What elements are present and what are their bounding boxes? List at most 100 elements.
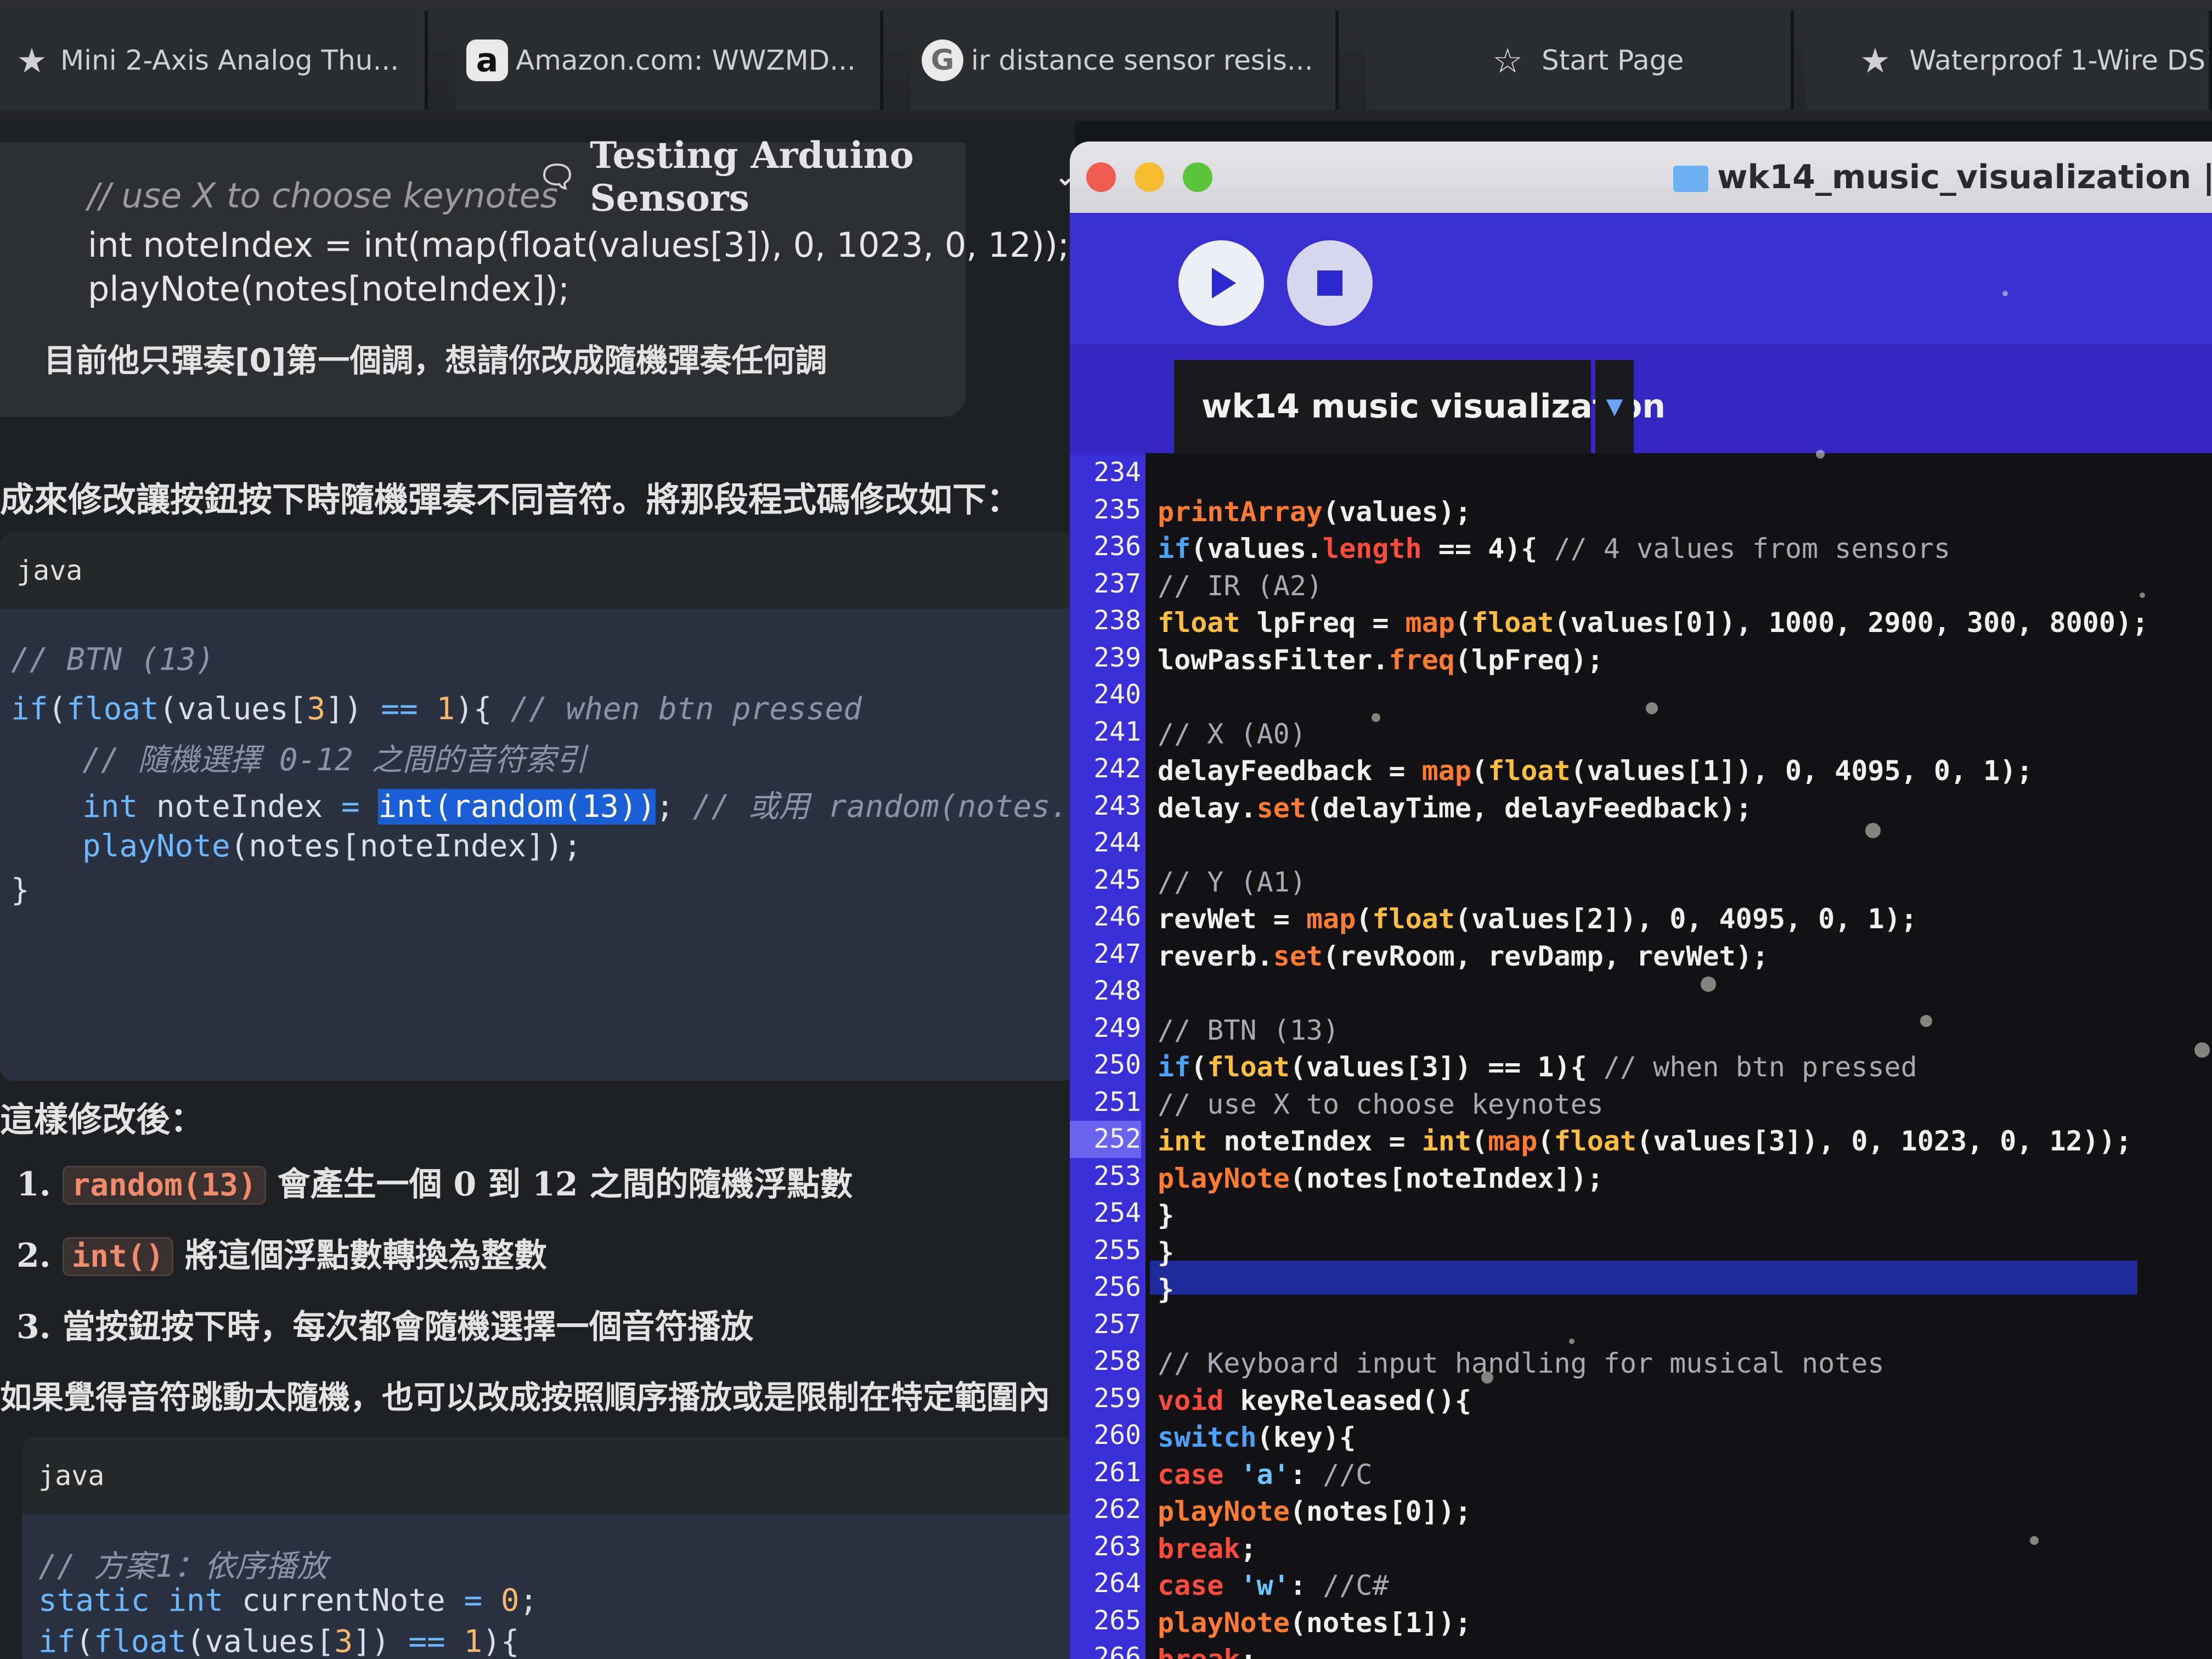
dust-speck <box>2030 1536 2039 1545</box>
tab-label: Mini 2-Axis Analog Thu... <box>60 44 399 76</box>
dust-speck <box>1816 450 1825 459</box>
code-line: playNote(notes[0]); <box>1158 1496 1471 1527</box>
list-text: 會產生一個 0 到 12 之間的隨機浮點數 <box>277 1165 853 1204</box>
dust-speck <box>1865 823 1881 838</box>
code-line-selected[interactable]: int noteIndex = int(random(13)); // 或用 r… <box>82 782 1075 826</box>
line-number: 255 <box>1093 1234 1141 1266</box>
google-icon: G <box>922 40 963 81</box>
line-number: 261 <box>1093 1457 1141 1488</box>
tab-waterproof[interactable]: ★ Waterproof 1-Wire DS1... <box>1805 11 2212 110</box>
code-line: } <box>1158 1273 1175 1305</box>
code-block-java-2: java // 方案1：依序播放 static int currentNote … <box>22 1437 1075 1659</box>
chat-bubble-icon: 🗨 <box>538 159 577 195</box>
line-number: 248 <box>1093 975 1141 1006</box>
line-number: 243 <box>1093 790 1141 821</box>
line-number: 244 <box>1093 827 1141 858</box>
line-number: 237 <box>1093 568 1141 599</box>
line-number: 254 <box>1093 1198 1141 1228</box>
code-line: delay.set(delayTime, delayFeedback); <box>1158 792 1752 824</box>
code-line: break; <box>1158 1644 1257 1659</box>
code-line: break; <box>1158 1532 1257 1565</box>
tab-start-page[interactable]: ☆ Start Page <box>1366 11 1794 110</box>
code-line: // use X to choose keynotes <box>1158 1088 1604 1120</box>
code-line: // X (A0) <box>1158 718 1306 750</box>
tab-amazon[interactable]: a Amazon.com: WWZMD... <box>455 11 883 110</box>
code-line: int noteIndex = int(map(float(values[3])… <box>1158 1125 2132 1157</box>
code-line: // BTN (13) <box>1158 1014 1340 1046</box>
line-number: 239 <box>1093 642 1141 673</box>
code-line: case 'w': //C# <box>1158 1570 1389 1601</box>
dust-speck <box>2002 291 2008 296</box>
run-button[interactable] <box>1178 240 1264 326</box>
chevron-down-icon[interactable]: ▼ <box>1595 360 1634 453</box>
prompt-question: 目前他只彈奏[0]第一個調，想請你改成隨機彈奏任何調 <box>44 342 827 379</box>
tab-mini-2-axis[interactable]: ★ Mini 2-Axis Analog Thu... <box>0 11 428 110</box>
star-icon: ☆ <box>1492 40 1523 81</box>
line-number: 260 <box>1093 1420 1141 1451</box>
prompt-line: playNote(notes[noteIndex]); <box>88 269 570 309</box>
line-number: 252 <box>1070 1121 1141 1158</box>
code-language-label: java <box>0 532 1075 609</box>
list-number: 2. <box>16 1237 51 1275</box>
code-line: if(values.length == 4){ // 4 values from… <box>1158 533 1950 565</box>
line-number: 259 <box>1093 1383 1141 1414</box>
line-number: 238 <box>1093 605 1141 636</box>
window-title: wk14_music_visualization | Proc <box>1717 158 2212 196</box>
list-item: 2. int() 將這個浮點數轉換為整數 <box>16 1229 547 1277</box>
inline-code: int() <box>62 1237 174 1276</box>
line-number: 256 <box>1093 1272 1141 1302</box>
minimize-window-button[interactable] <box>1135 162 1164 192</box>
line-number: 262 <box>1093 1494 1141 1525</box>
dust-speck <box>1481 1372 1493 1384</box>
stop-button[interactable] <box>1287 240 1373 326</box>
conversation-title[interactable]: 🗨 Testing Arduino Sensors ⌄ <box>538 134 1075 219</box>
list-item: 3. 當按鈕按下時，每次都會隨機選擇一個音符播放 <box>16 1300 754 1348</box>
response-intro: 成來修改讓按鈕按下時隨機彈奏不同音符。將那段程式碼修改如下： <box>0 479 1021 520</box>
code-line: delayFeedback = map(float(values[1]), 0,… <box>1158 755 2033 787</box>
browser-tab-bar: ★ Mini 2-Axis Analog Thu... a Amazon.com… <box>0 0 2212 121</box>
prompt-line: int noteIndex = int(map(float(values[3])… <box>88 225 1069 265</box>
tab-ir-distance[interactable]: G ir distance sensor resis... <box>911 11 1339 110</box>
line-number: 264 <box>1093 1568 1141 1599</box>
list-number: 1. <box>16 1165 51 1204</box>
line-number: 235 <box>1093 494 1141 525</box>
line-number: 265 <box>1093 1605 1141 1636</box>
line-number: 266 <box>1093 1642 1141 1659</box>
code-line: switch(key){ <box>1158 1421 1356 1453</box>
code-line: // BTN (13) <box>11 642 215 678</box>
dust-speck <box>1372 713 1380 722</box>
line-number: 240 <box>1093 679 1141 710</box>
current-line-highlight <box>1150 1261 2137 1295</box>
line-number: 247 <box>1093 938 1141 969</box>
code-line: // 方案1：依序播放 <box>38 1549 328 1584</box>
star-icon: ★ <box>16 40 47 81</box>
code-line: playNote(notes[noteIndex]); <box>1158 1162 1604 1194</box>
maximize-window-button[interactable] <box>1183 162 1212 192</box>
code-line: case 'a': //C <box>1158 1458 1373 1491</box>
list-text: 將這個浮點數轉換為整數 <box>185 1237 547 1275</box>
line-number: 242 <box>1093 753 1141 784</box>
dust-speck <box>1646 702 1658 714</box>
code-line: float lpFreq = map(float(values[0]), 100… <box>1158 607 2149 639</box>
code-line: // 隨機選擇 0-12 之間的音符索引 <box>82 742 587 778</box>
code-line: // Y (A1) <box>1158 866 1306 898</box>
after-heading: 這樣修改後： <box>0 1099 205 1139</box>
response-outro: 如果覺得音符跳動太隨機，也可以改成按照順序播放或是限制在特定範圍內 <box>0 1379 1051 1416</box>
code-line: static int currentNote = 0; <box>38 1583 538 1618</box>
chat-panel: // use X to choose keynotes int noteInde… <box>0 121 1075 1659</box>
code-line: // IR (A2) <box>1158 569 1323 602</box>
line-number: 234 <box>1093 457 1141 488</box>
tab-label: ir distance sensor resis... <box>971 44 1313 76</box>
line-number: 245 <box>1093 864 1141 895</box>
code-lang: java <box>38 1460 105 1492</box>
close-window-button[interactable] <box>1086 162 1116 192</box>
dust-speck <box>1569 1339 1575 1344</box>
code-line: playNote(notes[noteIndex]); <box>82 828 582 864</box>
sketch-tab[interactable]: wk14 music visualization <box>1174 360 1666 453</box>
line-number: 241 <box>1093 716 1141 747</box>
code-line: } <box>1158 1236 1175 1268</box>
code-line: lowPassFilter.freq(lpFreq); <box>1158 644 1604 676</box>
line-number: 257 <box>1093 1308 1141 1340</box>
code-lang: java <box>16 555 83 586</box>
processing-ide-window: wk14_music_visualization | Proc wk14 mus… <box>1070 142 2212 1659</box>
